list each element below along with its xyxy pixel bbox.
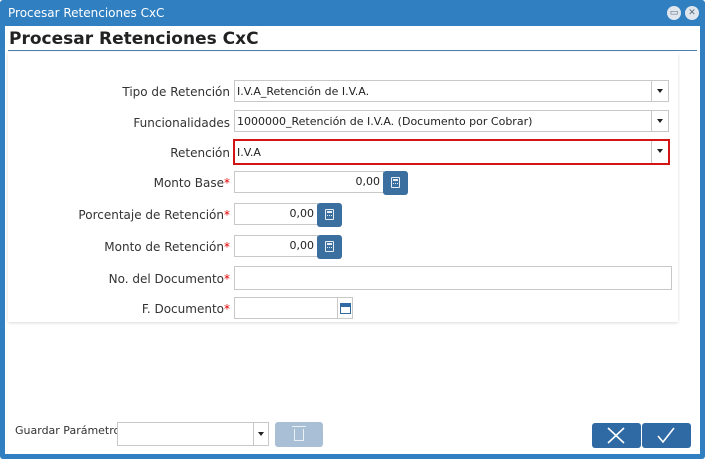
parameters-form: Tipo de Retención I.V.A_Retención de I.V… — [8, 52, 678, 322]
retencion-value: I.V.A — [237, 146, 261, 159]
monto-base-label: Monto Base* — [154, 176, 230, 190]
cancel-button[interactable] — [592, 423, 641, 448]
retencion-select[interactable]: I.V.A — [233, 139, 670, 165]
chevron-down-icon[interactable] — [651, 141, 668, 163]
funcionalidades-label: Funcionalidades — [133, 116, 230, 130]
porcentaje-retencion-label: Porcentaje de Retención* — [78, 208, 230, 222]
porcentaje-retencion-label-text: Porcentaje de Retención — [78, 208, 224, 222]
tipo-retencion-value: I.V.A_Retención de I.V.A. — [237, 85, 370, 98]
funcionalidades-label-text: Funcionalidades — [133, 116, 230, 130]
f-documento-date-button[interactable] — [337, 297, 353, 319]
tipo-retencion-label: Tipo de Retención — [122, 85, 230, 99]
funcionalidades-value: 1000000_Retención de I.V.A. (Documento p… — [237, 115, 533, 128]
window-title: Procesar Retenciones CxC — [8, 6, 165, 20]
required-marker: * — [224, 302, 230, 316]
maximize-icon[interactable]: ▭ — [667, 6, 681, 20]
calculator-icon — [391, 177, 400, 188]
monto-retencion-label: Monto de Retención* — [104, 240, 230, 254]
chevron-down-icon[interactable] — [651, 111, 668, 131]
page-title: Procesar Retenciones CxC — [9, 29, 259, 49]
chevron-down-icon[interactable] — [253, 423, 268, 445]
no-documento-input[interactable] — [234, 266, 672, 290]
porcentaje-retencion-calculator-button[interactable] — [317, 203, 342, 227]
monto-base-input[interactable]: 0,00 — [234, 171, 384, 193]
tipo-retencion-select[interactable]: I.V.A_Retención de I.V.A. — [234, 80, 669, 102]
guardar-parametro-select[interactable] — [117, 422, 269, 446]
trash-icon — [292, 426, 306, 441]
close-icon[interactable]: ✕ — [685, 6, 699, 20]
x-icon — [607, 427, 625, 444]
delete-parameter-button[interactable] — [275, 422, 323, 447]
monto-base-calculator-button[interactable] — [383, 171, 408, 195]
no-documento-label: No. del Documento* — [109, 272, 230, 286]
calculator-icon — [325, 241, 334, 252]
f-documento-input[interactable] — [234, 297, 338, 319]
calculator-icon — [325, 209, 334, 220]
check-icon — [657, 427, 675, 444]
no-documento-label-text: No. del Documento — [108, 272, 224, 286]
porcentaje-retencion-input[interactable]: 0,00 — [234, 203, 318, 225]
title-bar[interactable]: Procesar Retenciones CxC ▭ ✕ — [0, 0, 705, 26]
chevron-down-icon[interactable] — [651, 81, 668, 101]
required-marker: * — [224, 176, 230, 190]
header-divider — [8, 50, 697, 51]
required-marker: * — [224, 272, 230, 286]
monto-retencion-calculator-button[interactable] — [317, 235, 342, 259]
ok-button[interactable] — [642, 423, 691, 448]
monto-base-label-text: Monto Base — [153, 176, 224, 190]
guardar-parametro-label: Guardar Parámetro — [15, 424, 121, 437]
funcionalidades-select[interactable]: 1000000_Retención de I.V.A. (Documento p… — [234, 110, 669, 132]
f-documento-label-text: F. Documento — [141, 302, 224, 316]
calendar-icon — [340, 303, 351, 314]
f-documento-label: F. Documento* — [142, 302, 230, 316]
required-marker: * — [224, 208, 230, 222]
monto-retencion-label-text: Monto de Retención — [104, 240, 224, 254]
dialog-body: Procesar Retenciones CxC Tipo de Retenci… — [5, 26, 700, 454]
retencion-label-text: Retención — [170, 146, 230, 160]
required-marker: * — [224, 240, 230, 254]
monto-retencion-input[interactable]: 0,00 — [234, 235, 318, 257]
dialog-window: Procesar Retenciones CxC ▭ ✕ Procesar Re… — [0, 0, 705, 459]
tipo-retencion-label-text: Tipo de Retención — [122, 85, 230, 99]
retencion-label: Retención — [170, 146, 230, 160]
